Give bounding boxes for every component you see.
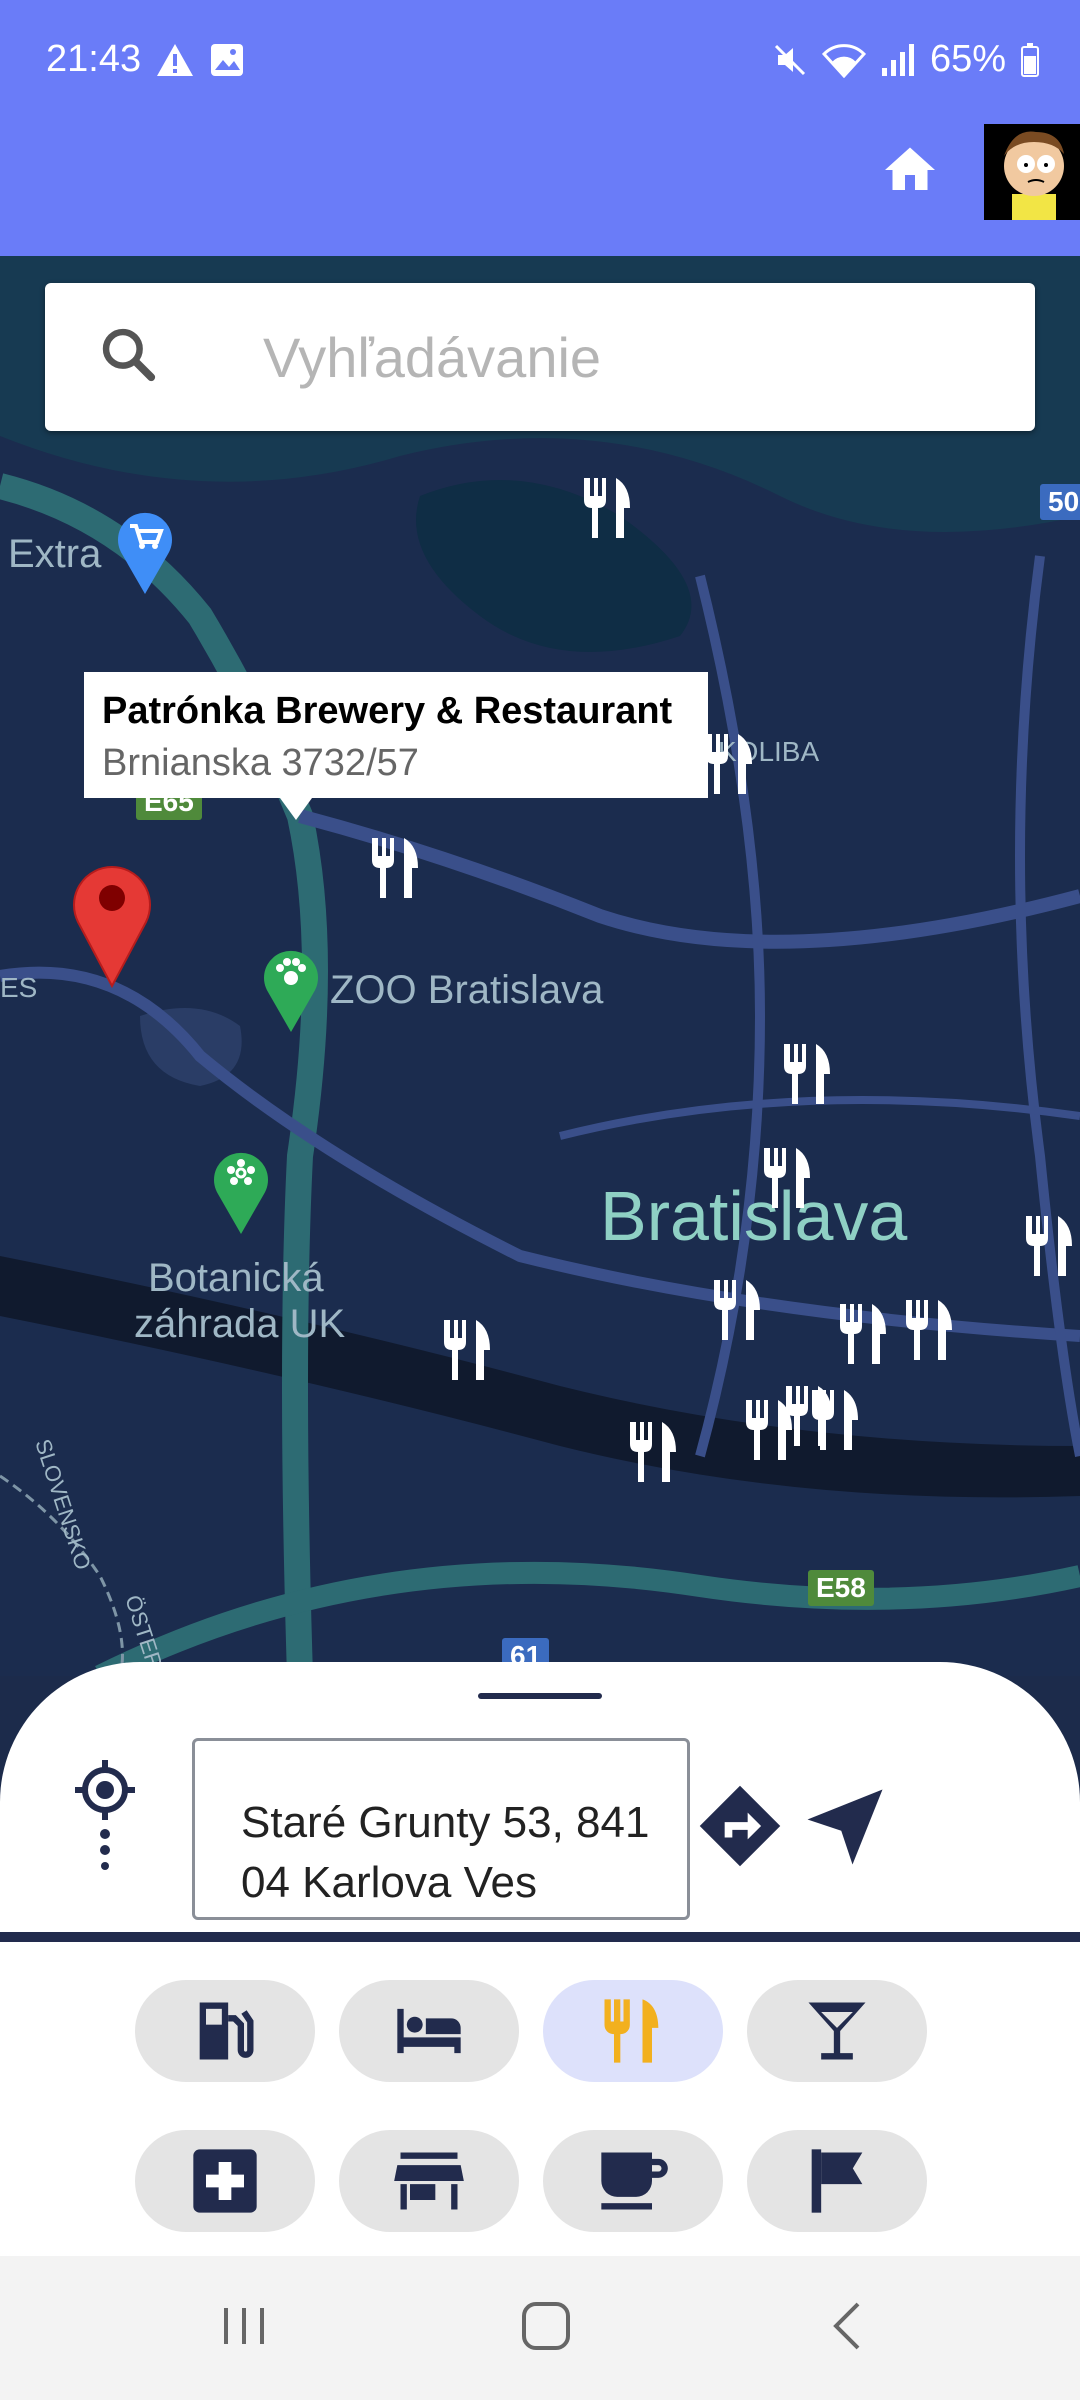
map-label-botanical-line2: záhrada UK — [134, 1302, 346, 1346]
flag-icon — [811, 2149, 863, 2213]
search-icon[interactable] — [97, 323, 159, 385]
store-icon — [394, 2152, 464, 2210]
sheet-divider — [0, 1932, 1080, 1942]
start-address-field[interactable]: Staré Grunty 53, 841 04 Karlova Ves — [192, 1738, 690, 1920]
info-window-title: Patrónka Brewery & Restaurant — [102, 690, 673, 732]
garden-marker-icon[interactable] — [210, 1146, 272, 1236]
profile-picture-icon — [984, 124, 1080, 220]
marker-info-window[interactable]: Patrónka Brewery & Restaurant Brnianska … — [84, 672, 708, 820]
location-pin-marker-icon[interactable] — [70, 858, 154, 988]
restaurant-marker-icon[interactable] — [700, 730, 760, 796]
signal-icon — [881, 43, 914, 76]
map-label-botanical-line1: Botanická — [148, 1256, 324, 1300]
map-label-zoo: ZOO Bratislava — [330, 968, 604, 1012]
map-label-extra: Extra — [8, 532, 102, 576]
hospital-icon — [193, 2149, 257, 2213]
directions-icon[interactable] — [694, 1780, 786, 1872]
status-time: 21:43 — [46, 38, 142, 80]
restaurant-marker-icon[interactable] — [778, 1040, 838, 1106]
battery-icon — [1021, 42, 1039, 77]
category-bar-button[interactable] — [747, 1980, 927, 2082]
restaurant-marker-icon[interactable] — [900, 1296, 960, 1362]
map-label-city: Bratislava — [600, 1177, 908, 1255]
gas-station-icon — [199, 2002, 254, 2060]
recent-apps-icon[interactable] — [214, 2296, 274, 2356]
road-shield-502: 502 — [1040, 484, 1080, 520]
restaurant-marker-icon[interactable] — [806, 1386, 866, 1452]
navigation-arrow-icon[interactable] — [800, 1782, 890, 1872]
restaurant-marker-icon[interactable] — [1020, 1212, 1080, 1278]
cafe-cup-icon — [601, 2152, 668, 2210]
wifi-icon — [821, 43, 866, 78]
category-cafe-button[interactable] — [543, 2130, 723, 2232]
restaurant-marker-icon[interactable] — [578, 474, 638, 540]
restaurant-marker-icon[interactable] — [758, 1144, 818, 1210]
category-hotel-button[interactable] — [339, 1980, 519, 2082]
home-nav-icon[interactable] — [516, 2296, 576, 2356]
zoo-marker-icon[interactable] — [260, 944, 322, 1034]
road-shield-e58: E58 — [808, 1570, 874, 1606]
restaurant-icon — [604, 1999, 659, 2063]
restaurant-marker-icon[interactable] — [624, 1418, 684, 1484]
map-label-es: ES — [0, 972, 38, 1003]
category-restaurant-button[interactable] — [543, 1980, 723, 2082]
info-window-address: Brnianska 3732/57 — [102, 742, 419, 784]
restaurant-marker-icon[interactable] — [834, 1300, 894, 1366]
restaurant-marker-icon[interactable] — [708, 1276, 768, 1342]
warning-icon — [157, 44, 193, 76]
restaurant-marker-icon[interactable] — [438, 1316, 498, 1382]
my-location-icon[interactable] — [68, 1758, 142, 1870]
bottom-sheet-handle[interactable] — [478, 1693, 602, 1699]
battery-level: 65% — [929, 38, 1006, 80]
restaurant-marker-icon[interactable] — [366, 834, 426, 900]
info-window-pointer — [280, 798, 312, 820]
category-hospital-button[interactable] — [135, 2130, 315, 2232]
search-input[interactable]: Vyhľadávanie — [263, 325, 601, 390]
back-icon[interactable] — [820, 2296, 880, 2356]
bar-cocktail-icon — [808, 2002, 866, 2060]
hotel-bed-icon — [397, 2008, 461, 2054]
map-background — [0, 256, 1080, 1676]
search-bar[interactable]: Vyhľadávanie — [45, 283, 1035, 431]
map-view[interactable]: Extra KOLIBA ES ZOO Bratislava Botanická… — [0, 256, 1080, 1676]
home-icon[interactable] — [880, 140, 940, 200]
mute-icon — [774, 44, 805, 75]
start-address-value[interactable]: Staré Grunty 53, 841 04 Karlova Ves — [241, 1793, 661, 1913]
shopping-cart-marker-icon[interactable] — [114, 506, 176, 596]
category-landmark-button[interactable] — [747, 2130, 927, 2232]
status-bar: 21:43 65% — [0, 0, 1080, 124]
category-gas-station-button[interactable] — [135, 1980, 315, 2082]
avatar[interactable] — [984, 124, 1080, 220]
image-icon — [211, 44, 243, 76]
category-store-button[interactable] — [339, 2130, 519, 2232]
